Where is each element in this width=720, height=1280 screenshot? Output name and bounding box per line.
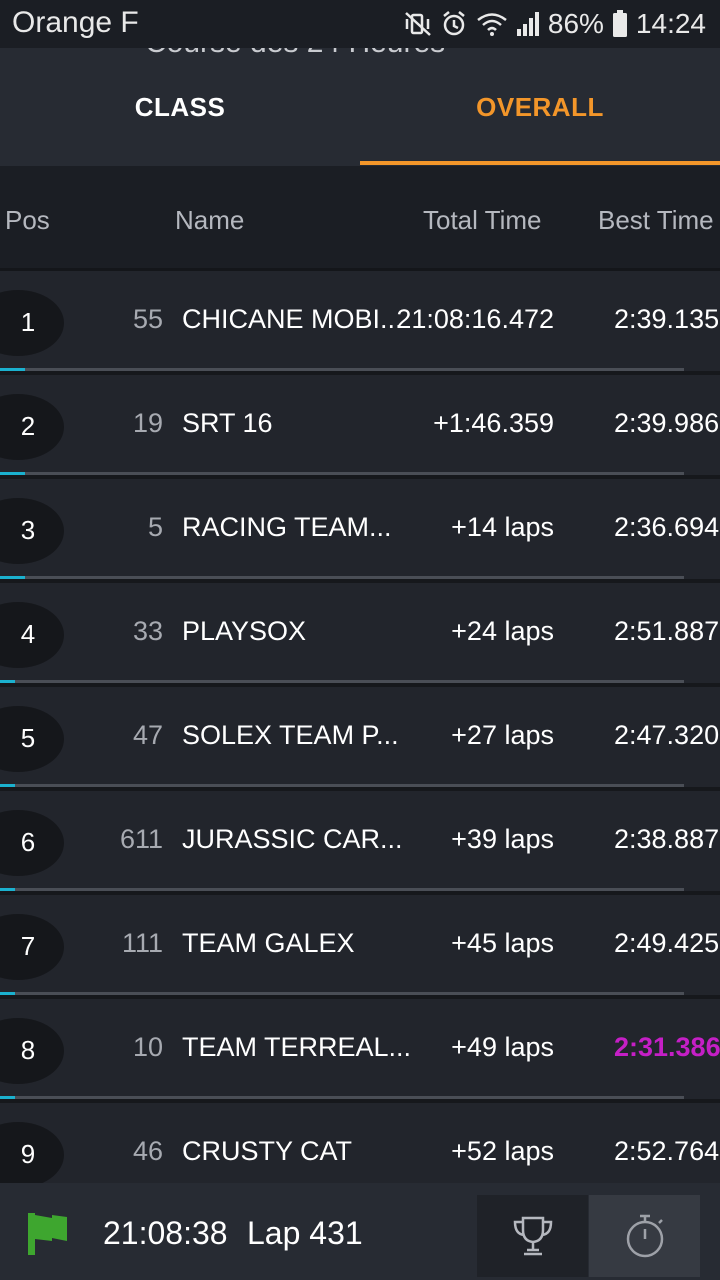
race-status-bar: 21:08:38 Lap 431	[0, 1183, 720, 1280]
best-lap-time: 2:47.320	[614, 720, 720, 750]
total-time: +45 laps	[451, 928, 554, 958]
standings-header: Course des 24 Heures CLASS OVERALL	[0, 48, 720, 166]
table-row[interactable]: 3 5 RACING TEAM... +14 laps 2:36.694	[0, 479, 720, 583]
current-lap: Lap 431	[247, 1215, 363, 1251]
vibrate-mute-icon	[405, 12, 431, 36]
position-number: 8	[20, 1035, 36, 1065]
position-number: 1	[20, 307, 36, 337]
trophy-icon	[513, 1216, 552, 1256]
stopwatch-button[interactable]	[589, 1195, 700, 1277]
position-number: 2	[20, 411, 36, 441]
team-name: TEAM GALEX	[182, 928, 355, 958]
tab-class-label: CLASS	[134, 91, 226, 122]
team-name: SOLEX TEAM P...	[182, 720, 399, 750]
total-time: +39 laps	[451, 824, 554, 854]
best-lap-time: 2:51.887	[614, 616, 720, 646]
total-time: +1:46.359	[433, 408, 554, 438]
table-row[interactable]: 6 611 JURASSIC CAR... +39 laps 2:38.887	[0, 791, 720, 895]
total-time: +52 laps	[451, 1136, 554, 1166]
team-name: JURASSIC CAR...	[182, 824, 403, 854]
car-number: 55	[132, 304, 163, 334]
team-name: CRUSTY CAT	[182, 1136, 353, 1166]
best-lap-time: 2:52.764	[614, 1136, 720, 1166]
position-number: 9	[20, 1139, 36, 1169]
tab-overall[interactable]: OVERALL	[360, 48, 720, 166]
car-number: 611	[119, 824, 163, 854]
table-row[interactable]: 7 111 TEAM GALEX +45 laps 2:49.425	[0, 895, 720, 999]
green-flag-icon	[28, 1213, 67, 1255]
car-number: 10	[132, 1032, 163, 1062]
table-row[interactable]: 9 46 CRUSTY CAT +52 laps 2:52.764	[0, 1103, 720, 1183]
battery-icon	[612, 10, 627, 37]
total-time: 21:08:16.472	[396, 304, 554, 334]
race-elapsed-time: 21:08:38	[103, 1215, 228, 1251]
position-number: 7	[20, 931, 36, 961]
trophy-button[interactable]	[477, 1195, 588, 1277]
position-number: 6	[20, 827, 36, 857]
total-time: +27 laps	[451, 720, 554, 750]
tab-overall-label: OVERALL	[476, 91, 604, 122]
position-number: 4	[20, 619, 36, 649]
table-row[interactable]: 4 33 PLAYSOX +24 laps 2:51.887	[0, 583, 720, 687]
car-number: 47	[132, 720, 163, 750]
tab-class[interactable]: CLASS	[0, 48, 360, 166]
stopwatch-icon	[626, 1214, 663, 1258]
battery-percent: 86%	[547, 8, 604, 39]
status-icons: 86% 14:24	[404, 8, 706, 40]
team-name: CHICANE MOBI...	[182, 304, 403, 334]
total-time: +14 laps	[451, 512, 554, 542]
team-name: SRT 16	[182, 408, 273, 438]
total-time: +24 laps	[451, 616, 554, 646]
team-name: TEAM TERREAL...	[182, 1032, 412, 1062]
column-name: Name	[175, 205, 245, 235]
car-number: 5	[147, 512, 163, 542]
total-time: +49 laps	[451, 1032, 554, 1062]
best-lap-time: 2:49.425	[614, 928, 720, 958]
best-lap-time: 2:36.694	[614, 512, 720, 542]
active-tab-indicator	[360, 161, 720, 165]
wifi-icon	[477, 13, 507, 36]
best-lap-time: 2:39.135	[614, 304, 720, 334]
table-row[interactable]: 2 19 SRT 16 +1:46.359 2:39.986	[0, 375, 720, 479]
team-name: RACING TEAM...	[182, 512, 392, 542]
car-number: 111	[121, 928, 163, 958]
car-number: 19	[132, 408, 163, 438]
table-row[interactable]: 8 10 TEAM TERREAL... +49 laps 2:31.386	[0, 999, 720, 1103]
carrier-name: Orange F	[12, 6, 139, 39]
column-total-time: Total Time	[423, 205, 542, 235]
alarm-icon	[443, 11, 465, 36]
best-lap-time: 2:39.986	[614, 408, 720, 438]
car-number: 46	[132, 1136, 163, 1166]
clock: 14:24	[635, 8, 706, 39]
table-row[interactable]: 5 47 SOLEX TEAM P... +27 laps 2:47.320	[0, 687, 720, 791]
standings-list[interactable]: 1 55 CHICANE MOBI... 21:08:16.472 2:39.1…	[0, 271, 720, 1183]
column-pos: Pos	[5, 205, 50, 235]
best-lap-time: 2:38.887	[614, 824, 720, 854]
position-number: 3	[20, 515, 36, 545]
table-row[interactable]: 1 55 CHICANE MOBI... 21:08:16.472 2:39.1…	[0, 271, 720, 375]
column-header: Pos Name Total Time Best Time	[0, 168, 720, 268]
best-lap-time-fastest: 2:31.386	[614, 1032, 720, 1062]
position-number: 5	[20, 723, 36, 753]
team-name: PLAYSOX	[182, 616, 307, 646]
signal-icon	[516, 12, 539, 36]
status-bar: Orange F 86% 14:24	[0, 0, 720, 48]
car-number: 33	[132, 616, 163, 646]
column-best-time: Best Time	[598, 205, 714, 235]
